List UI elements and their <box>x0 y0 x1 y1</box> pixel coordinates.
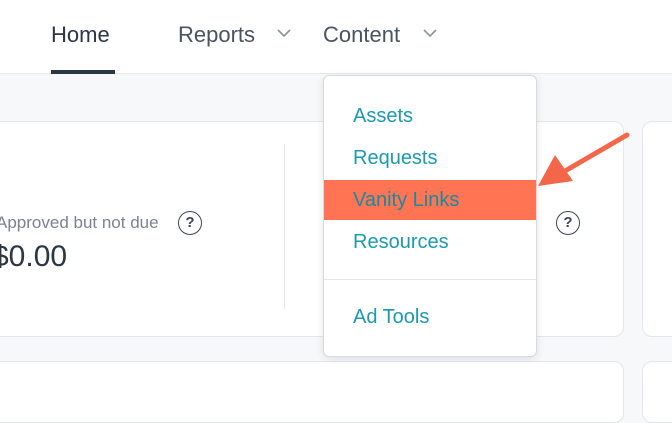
side-card <box>642 121 672 337</box>
chevron-down-icon[interactable] <box>277 28 291 38</box>
pointer-arrow-icon <box>538 132 630 186</box>
menu-item-assets[interactable]: Assets <box>324 96 536 136</box>
nav-reports[interactable]: Reports <box>178 20 255 50</box>
chevron-down-icon[interactable] <box>423 28 437 38</box>
content-dropdown-menu: Assets Requests Vanity Links Resources A… <box>323 75 537 357</box>
nav-content[interactable]: Content <box>323 20 400 50</box>
lower-side-card <box>642 361 672 423</box>
menu-divider <box>324 279 536 280</box>
nav-home[interactable]: Home <box>51 20 110 50</box>
menu-item-ad-tools[interactable]: Ad Tools <box>324 297 536 337</box>
menu-item-resources[interactable]: Resources <box>324 222 536 262</box>
menu-item-vanity-links[interactable]: Vanity Links <box>324 180 536 220</box>
menu-item-requests[interactable]: Requests <box>324 138 536 178</box>
approved-label: Approved but not due <box>0 213 159 232</box>
help-icon[interactable]: ? <box>556 211 580 235</box>
active-tab-indicator <box>51 70 115 74</box>
lower-card <box>0 361 624 423</box>
approved-value: $0.00 <box>0 240 68 273</box>
top-nav-bar: Home Reports Content <box>0 0 672 74</box>
help-icon[interactable]: ? <box>178 211 202 235</box>
card-divider <box>284 144 285 309</box>
